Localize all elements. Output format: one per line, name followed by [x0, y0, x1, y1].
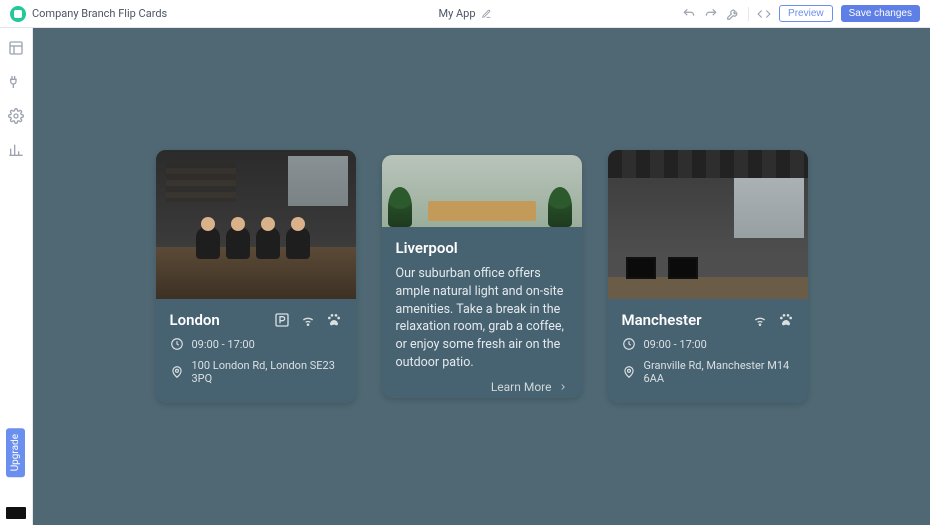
card-body: Manchester 09:00 - 17:00 Granville Rd, M… — [608, 299, 808, 403]
card-image — [382, 155, 582, 227]
wifi-icon — [752, 312, 768, 328]
card-image — [608, 150, 808, 299]
gear-icon[interactable] — [8, 108, 24, 124]
card-description: Our suburban office offers ample natural… — [396, 265, 568, 372]
chevron-right-icon — [558, 382, 568, 392]
upgrade-button[interactable]: Upgrade — [6, 428, 25, 477]
editor-canvas: London 09:00 - 17:00 100 London Rd, Lond… — [33, 28, 930, 525]
learn-more-link[interactable]: Learn More — [491, 380, 568, 394]
plug-icon[interactable] — [8, 74, 24, 90]
card-title: Liverpool — [396, 239, 568, 257]
wrench-icon[interactable] — [726, 7, 740, 21]
card-body: London 09:00 - 17:00 100 London Rd, Lond… — [156, 299, 356, 403]
hours-row: 09:00 - 17:00 — [622, 337, 794, 351]
top-bar-center[interactable]: My App — [438, 7, 491, 20]
clock-icon — [170, 337, 184, 351]
sidebar-bottom-badge — [6, 507, 26, 519]
card-body: Liverpool Our suburban office offers amp… — [382, 227, 582, 398]
clock-icon — [622, 337, 636, 351]
divider — [748, 7, 749, 21]
pets-icon — [778, 312, 794, 328]
layout-icon[interactable] — [8, 40, 24, 56]
left-sidebar: Upgrade — [0, 28, 33, 525]
preview-button[interactable]: Preview — [779, 5, 833, 22]
top-bar-left: Company Branch Flip Cards — [10, 6, 167, 22]
hours-text: 09:00 - 17:00 — [644, 338, 707, 351]
app-logo-icon — [10, 6, 26, 22]
hours-row: 09:00 - 17:00 — [170, 337, 342, 351]
redo-icon[interactable] — [704, 7, 718, 21]
learn-more-label: Learn More — [491, 380, 552, 394]
card-image — [156, 150, 356, 299]
address-text: 100 London Rd, London SE23 3PQ — [192, 359, 342, 385]
pets-icon — [326, 312, 342, 328]
address-row: Granville Rd, Manchester M14 6AA — [622, 359, 794, 385]
address-text: Granville Rd, Manchester M14 6AA — [644, 359, 794, 385]
chart-icon[interactable] — [8, 142, 24, 158]
top-bar-right: Preview Save changes — [682, 5, 920, 22]
app-name-label: My App — [438, 7, 475, 20]
parking-icon — [274, 312, 290, 328]
branch-card-manchester[interactable]: Manchester 09:00 - 17:00 Granville Rd, M… — [608, 150, 808, 403]
address-row: 100 London Rd, London SE23 3PQ — [170, 359, 342, 385]
code-icon[interactable] — [757, 7, 771, 21]
card-title: London — [170, 311, 220, 329]
wifi-icon — [300, 312, 316, 328]
project-title: Company Branch Flip Cards — [32, 7, 167, 20]
pin-icon — [622, 365, 636, 379]
card-title: Manchester — [622, 311, 702, 329]
undo-icon[interactable] — [682, 7, 696, 21]
branch-card-liverpool[interactable]: Liverpool Our suburban office offers amp… — [382, 155, 582, 398]
branch-card-london[interactable]: London 09:00 - 17:00 100 London Rd, Lond… — [156, 150, 356, 403]
pin-icon — [170, 365, 184, 379]
save-button[interactable]: Save changes — [841, 5, 920, 22]
top-bar: Company Branch Flip Cards My App Preview… — [0, 0, 930, 28]
pencil-icon — [482, 9, 492, 19]
hours-text: 09:00 - 17:00 — [192, 338, 255, 351]
